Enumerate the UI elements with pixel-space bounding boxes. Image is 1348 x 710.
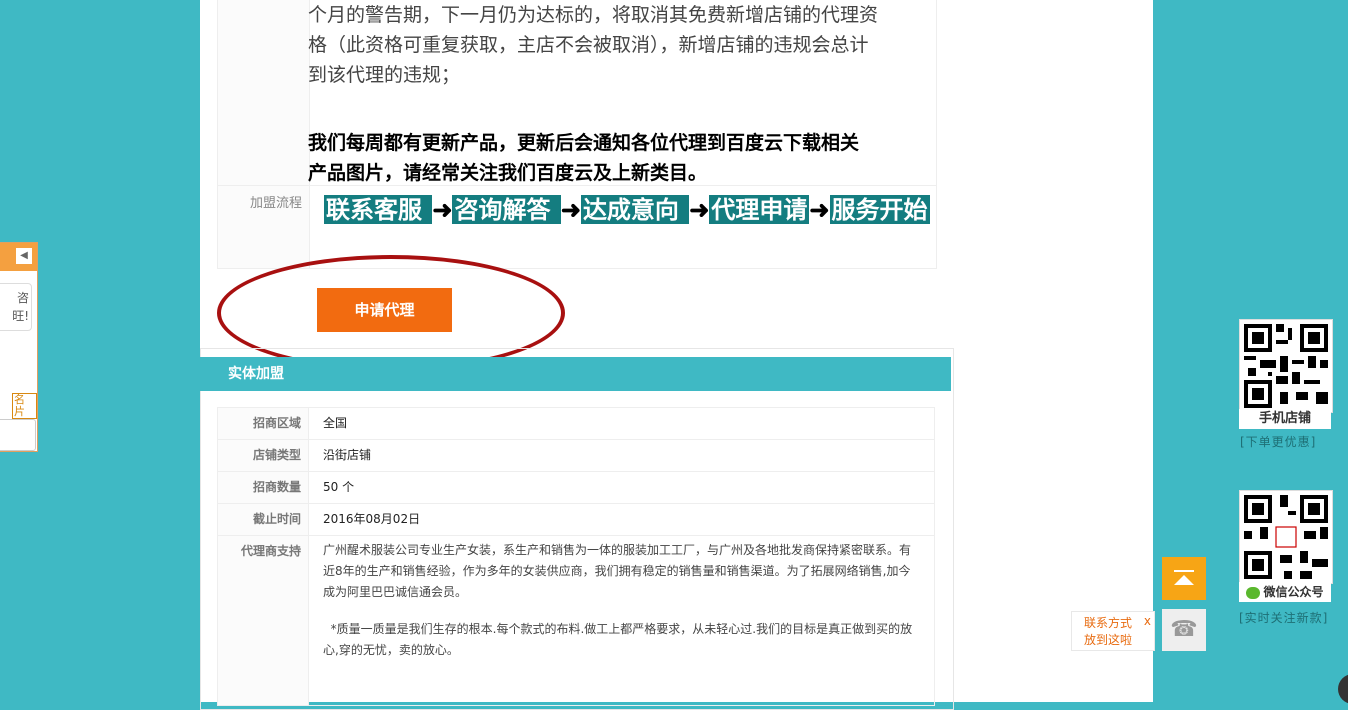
chat-input[interactable]	[0, 419, 36, 451]
chat-widget: ◀ 咨 旺! 名片	[0, 242, 38, 452]
support-paragraph: 广州醒术服装公司专业生产女装，系生产和销售为一体的服装加工工厂，与广州及各地批发…	[323, 543, 912, 599]
arrow-right-icon: ➜	[689, 195, 710, 224]
join-process-flow: 联系客服 ➜咨询解答 ➜达成意向 ➜代理申请➜服务开始	[324, 193, 934, 227]
qr-note: [下单更优惠]	[1240, 435, 1317, 449]
chat-bubble-text: 咨	[16, 291, 29, 305]
close-icon[interactable]: x	[1144, 613, 1151, 630]
table-row: 代理商支持 广州醒术服装公司专业生产女装，系生产和销售为一体的服装加工工厂，与广…	[217, 535, 935, 706]
table-row: 招商区域 全国	[217, 407, 935, 440]
wechat-qr-code[interactable]	[1239, 490, 1333, 584]
terms-line: 到该代理的违规；	[308, 64, 461, 86]
flow-label: 加盟流程	[249, 196, 302, 211]
phone-button[interactable]: ☎	[1162, 609, 1206, 651]
arrow-right-icon: ➜	[560, 195, 581, 224]
row-label: 招商区域	[217, 407, 309, 440]
flow-step: 代理申请	[709, 195, 810, 224]
table-row: 招商数量 50 个	[217, 471, 935, 504]
table-row: 截止时间 2016年08月02日	[217, 503, 935, 536]
collapse-arrow-icon[interactable]: ◀	[16, 248, 32, 264]
qr-note: [实时关注新款]	[1239, 611, 1329, 625]
business-card-tag[interactable]: 名片	[12, 393, 37, 419]
mobile-shop-qr-code[interactable]	[1239, 319, 1333, 413]
flow-step: 联系客服	[324, 195, 433, 224]
table-row: 店铺类型 沿街店铺	[217, 439, 935, 472]
row-label: 代理商支持	[217, 535, 309, 706]
row-value: 沿街店铺	[308, 439, 935, 472]
chat-bubble: 咨 旺!	[0, 283, 32, 331]
qr-label: 手机店铺	[1239, 409, 1331, 429]
section-title: 实体加盟	[200, 357, 951, 391]
chat-widget-header: ◀	[0, 243, 37, 271]
floating-corner-button[interactable]	[1338, 674, 1348, 704]
wechat-icon	[1246, 586, 1261, 599]
contact-tip-text: 放到这啦	[1084, 633, 1133, 647]
terms-label-column	[218, 0, 310, 268]
arrow-right-icon: ➜	[809, 195, 830, 224]
qr-label-text: 微信公众号	[1263, 585, 1324, 599]
phone-icon: ☎	[1170, 617, 1198, 642]
contact-tip: 联系方式 放到这啦 x	[1071, 611, 1155, 651]
row-label: 招商数量	[217, 471, 309, 504]
join-info-table: 招商区域 全国 店铺类型 沿街店铺 招商数量 50 个 截止时间 2016年08…	[217, 407, 935, 706]
row-value: 全国	[308, 407, 935, 440]
chat-bubble-text: 旺!	[12, 309, 29, 323]
terms-text: 个月的警告期，下一月仍为达标的，将取消其免费新增店铺的代理资 格（此资格可重复获…	[308, 0, 926, 188]
terms-line: 个月的警告期，下一月仍为达标的，将取消其免费新增店铺的代理资	[308, 4, 879, 26]
update-notice-line: 产品图片，请经常关注我们百度云及上新类目。	[308, 162, 708, 184]
row-label: 店铺类型	[217, 439, 309, 472]
qr-label: 微信公众号	[1239, 582, 1331, 602]
update-notice-line: 我们每周都有更新产品，更新后会通知各位代理到百度云下载相关	[308, 132, 860, 154]
terms-line: 格（此资格可重复获取，主店不会被取消），新增店铺的违规会总计	[308, 34, 869, 56]
arrow-up-icon	[1174, 570, 1194, 585]
row-label: 截止时间	[217, 503, 309, 536]
flow-step: 服务开始	[829, 195, 930, 224]
flow-step: 达成意向	[580, 195, 690, 224]
back-to-top-button[interactable]	[1162, 557, 1206, 600]
row-value: 50 个	[308, 471, 935, 504]
apply-agent-button[interactable]: 申请代理	[317, 288, 452, 332]
row-value: 2016年08月02日	[308, 503, 935, 536]
arrow-right-icon: ➜	[432, 195, 453, 224]
flow-step: 咨询解答	[452, 195, 561, 224]
row-value: 广州醒术服装公司专业生产女装，系生产和销售为一体的服装加工工厂，与广州及各地批发…	[308, 535, 935, 706]
support-paragraph: *质量一质量是我们生存的根本.每个款式的布料.做工上都严格要求，从未轻心过.我们…	[323, 622, 913, 657]
